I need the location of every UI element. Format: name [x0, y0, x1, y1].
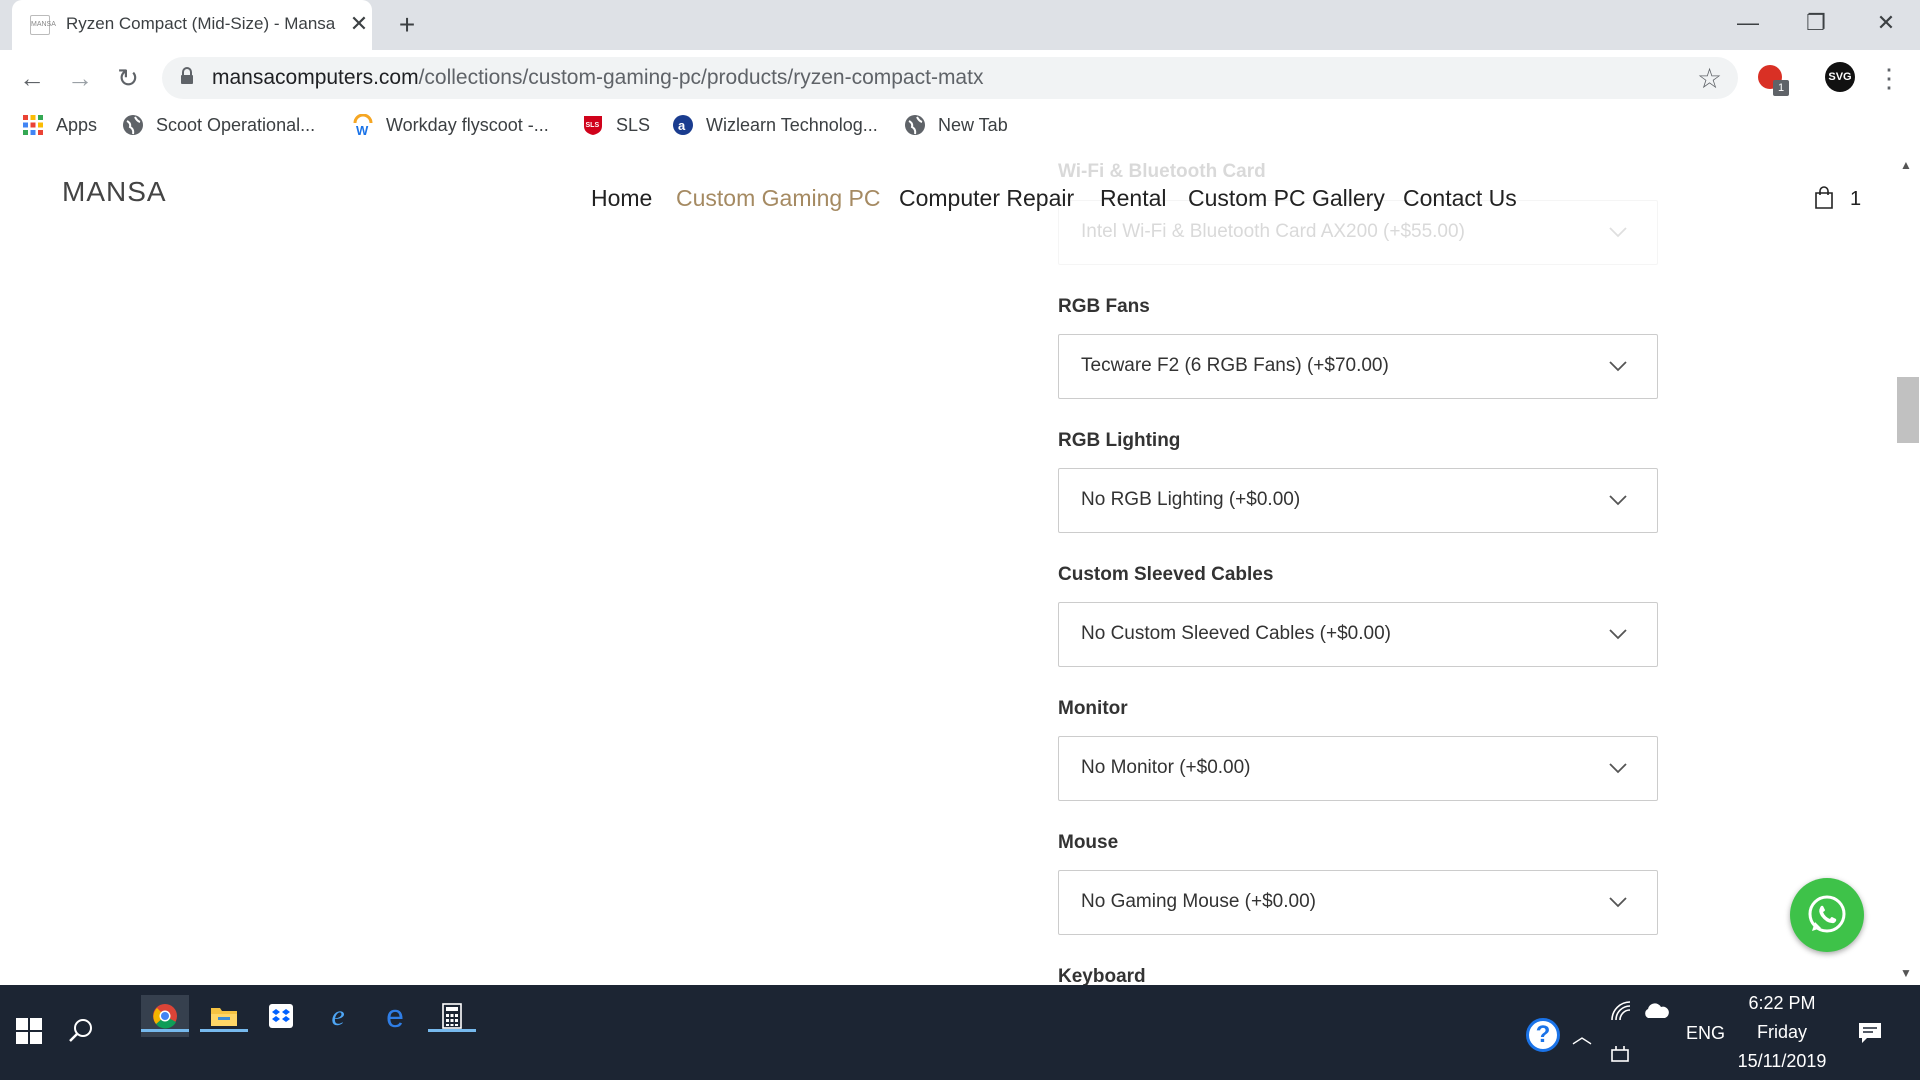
- globe-icon: [905, 115, 925, 135]
- taskbar-dropbox-icon[interactable]: [257, 995, 305, 1037]
- workday-icon: W: [353, 114, 373, 136]
- taskbar-edge-icon[interactable]: e: [371, 995, 419, 1037]
- select-mouse[interactable]: No Gaming Mouse (+$0.00): [1058, 870, 1658, 935]
- profile-avatar[interactable]: SVG: [1825, 62, 1855, 92]
- option-label-monitor: Monitor: [1058, 698, 1128, 719]
- select-rgb-lighting[interactable]: No RGB Lighting (+$0.00): [1058, 468, 1658, 533]
- site-favicon-icon: MANSA: [30, 15, 56, 35]
- shopping-bag-icon[interactable]: [1814, 186, 1834, 210]
- active-indicator: [200, 1029, 248, 1032]
- nav-custom-gaming-pc[interactable]: Custom Gaming PC: [676, 185, 881, 212]
- bookmark-scoot[interactable]: Scoot Operational...: [122, 110, 315, 140]
- chevron-down-icon: [1609, 897, 1627, 908]
- select-value: No Custom Sleeved Cables (+$0.00): [1081, 623, 1391, 644]
- option-label-wifi: Wi-Fi & Bluetooth Card: [1058, 161, 1266, 182]
- close-window-icon[interactable]: ✕: [1866, 8, 1906, 38]
- search-icon[interactable]: [57, 1010, 105, 1052]
- action-center-icon[interactable]: [1858, 1022, 1882, 1044]
- reload-icon[interactable]: ↻: [108, 60, 148, 96]
- select-value: No Monitor (+$0.00): [1081, 757, 1251, 778]
- tray-chevron-up-icon[interactable]: ︿: [1572, 1020, 1592, 1049]
- active-indicator: [428, 1029, 476, 1032]
- nav-contact-us[interactable]: Contact Us: [1403, 185, 1517, 212]
- bookmark-label: Scoot Operational...: [156, 114, 316, 135]
- bookmark-sls[interactable]: SLS SLS: [582, 110, 650, 140]
- cart-count[interactable]: 1: [1850, 188, 1861, 211]
- select-monitor[interactable]: No Monitor (+$0.00): [1058, 736, 1658, 801]
- url-host: mansacomputers.com: [212, 66, 419, 89]
- url-path: /collections/custom-gaming-pc/products/r…: [418, 66, 984, 89]
- select-value: Intel Wi-Fi & Bluetooth Card AX200 (+$55…: [1081, 221, 1465, 242]
- scroll-up-icon[interactable]: ▲: [1900, 158, 1912, 172]
- nav-home[interactable]: Home: [591, 185, 652, 212]
- nav-computer-repair[interactable]: Computer Repair: [899, 185, 1074, 212]
- select-sleeved-cables[interactable]: No Custom Sleeved Cables (+$0.00): [1058, 602, 1658, 667]
- chevron-down-icon: [1609, 763, 1627, 774]
- clock-date[interactable]: 15/11/2019: [1730, 1051, 1834, 1072]
- option-label-sleeved-cables: Custom Sleeved Cables: [1058, 564, 1274, 585]
- page-scrollbar[interactable]: [1896, 158, 1920, 985]
- chevron-down-icon: [1609, 629, 1627, 640]
- scrollbar-thumb[interactable]: [1897, 377, 1919, 443]
- onedrive-cloud-icon[interactable]: [1642, 1002, 1670, 1020]
- bookmark-star-icon[interactable]: ☆: [1697, 62, 1722, 95]
- wizlearn-icon: a: [673, 115, 693, 135]
- active-indicator: [141, 1029, 189, 1032]
- tab-title: Ryzen Compact (Mid-Size) - Mansa: [66, 14, 336, 33]
- windows-start-icon[interactable]: [5, 1010, 53, 1052]
- apps-grid-icon: [23, 115, 43, 135]
- bookmark-workday[interactable]: W Workday flyscoot -...: [352, 110, 549, 140]
- browser-menu-icon[interactable]: ⋮: [1876, 60, 1902, 96]
- bookmark-label: Apps: [56, 114, 98, 135]
- bookmark-new-tab[interactable]: New Tab: [904, 110, 1008, 140]
- chevron-down-icon: [1609, 495, 1627, 506]
- browser-tab[interactable]: MANSA Ryzen Compact (Mid-Size) - Mansa ✕: [12, 0, 372, 50]
- bookmark-label: Wizlearn Technolog...: [706, 114, 878, 135]
- back-icon[interactable]: ←: [12, 60, 52, 96]
- tab-close-icon[interactable]: ✕: [346, 11, 372, 37]
- site-logo[interactable]: MANSA: [62, 176, 167, 208]
- option-label-mouse: Mouse: [1058, 832, 1119, 853]
- language-indicator[interactable]: ENG: [1686, 1023, 1725, 1044]
- globe-icon: [123, 115, 143, 135]
- lock-icon: [181, 67, 193, 84]
- bookmark-apps[interactable]: Apps: [22, 110, 97, 140]
- option-label-rgb-lighting: RGB Lighting: [1058, 430, 1181, 451]
- bookmark-label: New Tab: [938, 114, 1008, 135]
- clock-time[interactable]: 6:22 PM: [1736, 993, 1828, 1014]
- power-battery-icon[interactable]: [1608, 1044, 1632, 1064]
- extension-badge: 1: [1773, 80, 1789, 96]
- whatsapp-chat-button[interactable]: [1790, 878, 1864, 952]
- restore-icon[interactable]: ❐: [1796, 8, 1836, 38]
- whatsapp-icon: [1808, 895, 1846, 933]
- select-value: No RGB Lighting (+$0.00): [1081, 489, 1301, 510]
- forward-icon[interactable]: →: [60, 60, 100, 96]
- minimize-icon[interactable]: —: [1728, 8, 1768, 38]
- chevron-down-icon: [1609, 227, 1627, 238]
- svg-text:SLS: SLS: [586, 122, 600, 129]
- select-value: Tecware F2 (6 RGB Fans) (+$70.00): [1081, 355, 1389, 376]
- taskbar-internet-explorer-icon[interactable]: e: [314, 995, 362, 1037]
- chevron-down-icon: [1609, 361, 1627, 372]
- bookmark-wizlearn[interactable]: a Wizlearn Technolog...: [672, 110, 878, 140]
- scroll-down-icon[interactable]: ▼: [1900, 966, 1912, 980]
- option-label-rgb-fans: RGB Fans: [1058, 296, 1150, 317]
- select-value: No Gaming Mouse (+$0.00): [1081, 891, 1316, 912]
- nav-custom-pc-gallery[interactable]: Custom PC Gallery: [1188, 185, 1385, 212]
- wifi-icon[interactable]: [1610, 1000, 1634, 1022]
- svg-text:W: W: [356, 123, 369, 136]
- select-rgb-fans[interactable]: Tecware F2 (6 RGB Fans) (+$70.00): [1058, 334, 1658, 399]
- url-text[interactable]: mansacomputers.com/collections/custom-ga…: [212, 66, 983, 90]
- new-tab-button[interactable]: +: [392, 10, 422, 40]
- help-icon[interactable]: ?: [1526, 1018, 1560, 1052]
- clock-day[interactable]: Friday: [1736, 1022, 1828, 1043]
- bookmark-label: Workday flyscoot -...: [386, 114, 549, 135]
- bookmark-label: SLS: [616, 114, 651, 135]
- svg-text:a: a: [678, 118, 686, 133]
- sls-shield-icon: SLS: [584, 116, 602, 135]
- nav-rental[interactable]: Rental: [1100, 185, 1166, 212]
